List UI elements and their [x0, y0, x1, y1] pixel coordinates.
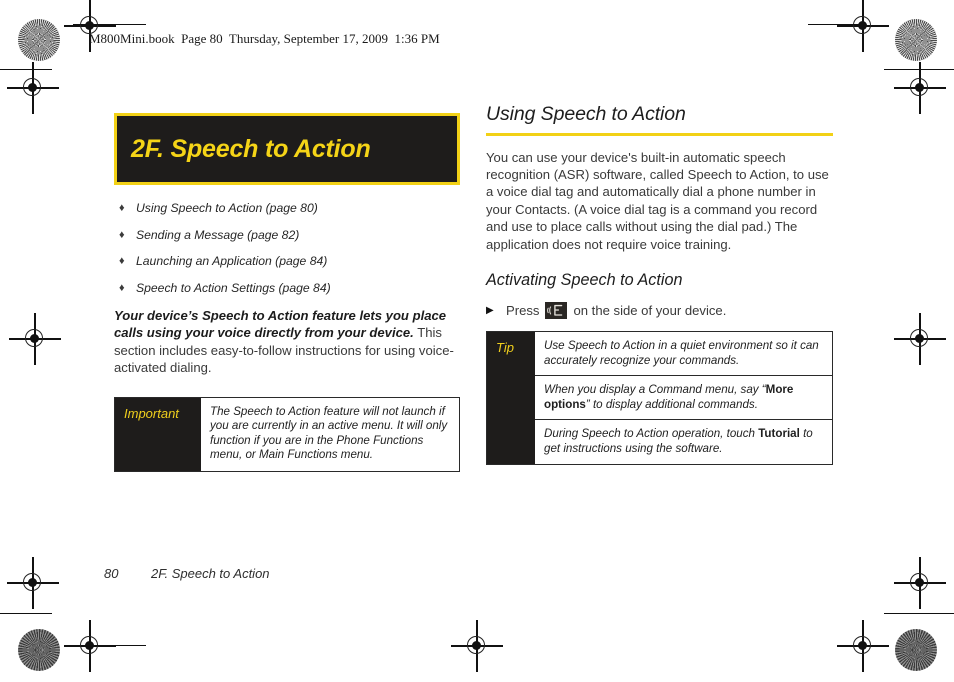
- tip-row: Use Speech to Action in a quiet environm…: [535, 332, 832, 375]
- important-body-cell: The Speech to Action feature will not la…: [201, 398, 459, 471]
- tip-callout-box: Tip Use Speech to Action in a quiet envi…: [486, 331, 833, 465]
- list-item-label: Launching an Application (page 84): [136, 254, 328, 268]
- important-label: Important: [124, 405, 179, 421]
- list-item-label: Speech to Action Settings (page 84): [136, 280, 331, 295]
- triangle-bullet-icon: ▶: [486, 304, 494, 316]
- step-instruction: ▶ Press on the side of your device.: [486, 302, 833, 320]
- section-paragraph: You can use your device's built-in autom…: [486, 149, 829, 252]
- chapter-title-box: 2F. Speech to Action: [114, 113, 460, 185]
- important-label-cell: Important: [115, 397, 201, 471]
- tip-text-bold: Tutorial: [758, 427, 800, 441]
- list-item[interactable]: ♦ Launching an Application (page 84): [114, 254, 460, 269]
- left-column: 2F. Speech to Action ♦ Using Speech to A…: [114, 113, 460, 472]
- step-text-after: on the side of your device.: [573, 303, 727, 319]
- voice-command-icon: [545, 302, 568, 320]
- intro-paragraph: Your device’s Speech to Action feature l…: [114, 307, 460, 377]
- list-item[interactable]: ♦ Sending a Message (page 82): [114, 228, 460, 243]
- diamond-bullet-icon: ♦: [119, 202, 125, 214]
- page-footer: 80 2F. Speech to Action: [104, 566, 270, 581]
- chapter-contents-list: ♦ Using Speech to Action (page 80) ♦ Sen…: [114, 201, 460, 296]
- tip-row: When you display a Command menu, say “Mo…: [535, 375, 832, 419]
- footer-page-number: 80: [104, 566, 119, 581]
- tip-label-cell: Tip: [487, 332, 535, 464]
- list-item[interactable]: ♦ Speech to Action Settings (page 84): [114, 281, 460, 296]
- tip-text-part2: ” to display additional commands.: [585, 397, 758, 411]
- tip-row-text: Use Speech to Action in a quiet environm…: [544, 339, 823, 368]
- section-heading: Using Speech to Action: [486, 103, 686, 125]
- tip-text-part1: When you display a Command menu, say “: [544, 383, 766, 397]
- tip-row-text: When you display a Command menu, say “Mo…: [544, 383, 823, 412]
- diamond-bullet-icon: ♦: [119, 281, 125, 294]
- list-item[interactable]: ♦ Using Speech to Action (page 80): [114, 201, 460, 216]
- chapter-title: 2F. Speech to Action: [131, 134, 371, 163]
- intro-lead-text: Your device’s Speech to Action feature l…: [114, 308, 447, 341]
- diamond-bullet-icon: ♦: [119, 255, 125, 267]
- diamond-bullet-icon: ♦: [119, 228, 125, 241]
- section-heading-rule: [486, 133, 833, 136]
- important-callout-box: Important The Speech to Action feature w…: [114, 396, 460, 472]
- tip-body-cell: Use Speech to Action in a quiet environm…: [535, 332, 832, 464]
- tip-row-text: During Speech to Action operation, touch…: [544, 427, 823, 456]
- important-body-text: The Speech to Action feature will not la…: [210, 404, 448, 462]
- list-item-label: Using Speech to Action (page 80): [136, 201, 318, 215]
- footer-chapter-label: 2F. Speech to Action: [151, 566, 270, 581]
- right-column: Using Speech to Action You can use your …: [486, 103, 833, 465]
- list-item-label: Sending a Message (page 82): [136, 227, 300, 242]
- subsection-heading: Activating Speech to Action: [486, 271, 683, 290]
- tip-text-part1: Use Speech to Action in a quiet environm…: [544, 339, 819, 367]
- tip-row: During Speech to Action operation, touch…: [535, 419, 832, 463]
- tip-text-part1: During Speech to Action operation, touch: [544, 427, 759, 441]
- step-text-before: Press: [506, 303, 540, 319]
- tip-label: Tip: [496, 340, 514, 356]
